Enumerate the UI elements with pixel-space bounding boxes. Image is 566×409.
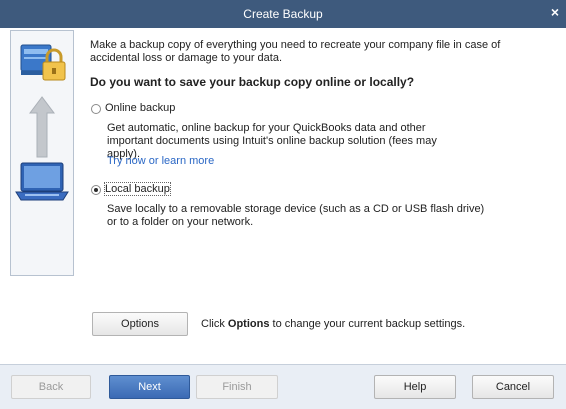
options-button[interactable]: Options [92, 312, 188, 336]
laptop-icon [15, 162, 69, 201]
cancel-button[interactable]: Cancel [472, 375, 554, 399]
backup-illustration [15, 44, 69, 201]
options-help-prefix: Click [201, 318, 228, 330]
options-help-suffix: to change your current backup settings. [269, 318, 466, 330]
online-backup-radio[interactable] [91, 104, 101, 114]
footer-bar: Back Next Finish Help Cancel [0, 364, 566, 409]
close-icon[interactable]: × [548, 4, 562, 20]
local-backup-description: Save locally to a removable storage devi… [107, 203, 485, 228]
lock-icon [42, 48, 66, 81]
title-bar: Create Backup × [0, 0, 566, 28]
next-button[interactable]: Next [109, 375, 190, 399]
intro-text: Make a backup copy of everything you nee… [90, 39, 501, 64]
radio-selected-dot [94, 188, 98, 192]
finish-button[interactable]: Finish [196, 375, 278, 399]
try-now-link[interactable]: Try now or learn more [107, 155, 214, 167]
local-backup-radio[interactable] [91, 185, 101, 195]
local-backup-label[interactable]: Local backup [104, 182, 171, 196]
back-button[interactable]: Back [11, 375, 91, 399]
help-button[interactable]: Help [374, 375, 456, 399]
options-help-bold: Options [227, 318, 270, 330]
window-title: Create Backup [243, 7, 323, 21]
illustration-panel [10, 30, 74, 276]
options-help-text: Click Options to change your current bac… [201, 318, 465, 330]
question-heading: Do you want to save your backup copy onl… [90, 75, 415, 89]
up-arrow-icon [29, 96, 55, 158]
online-backup-label[interactable]: Online backup [105, 102, 175, 114]
